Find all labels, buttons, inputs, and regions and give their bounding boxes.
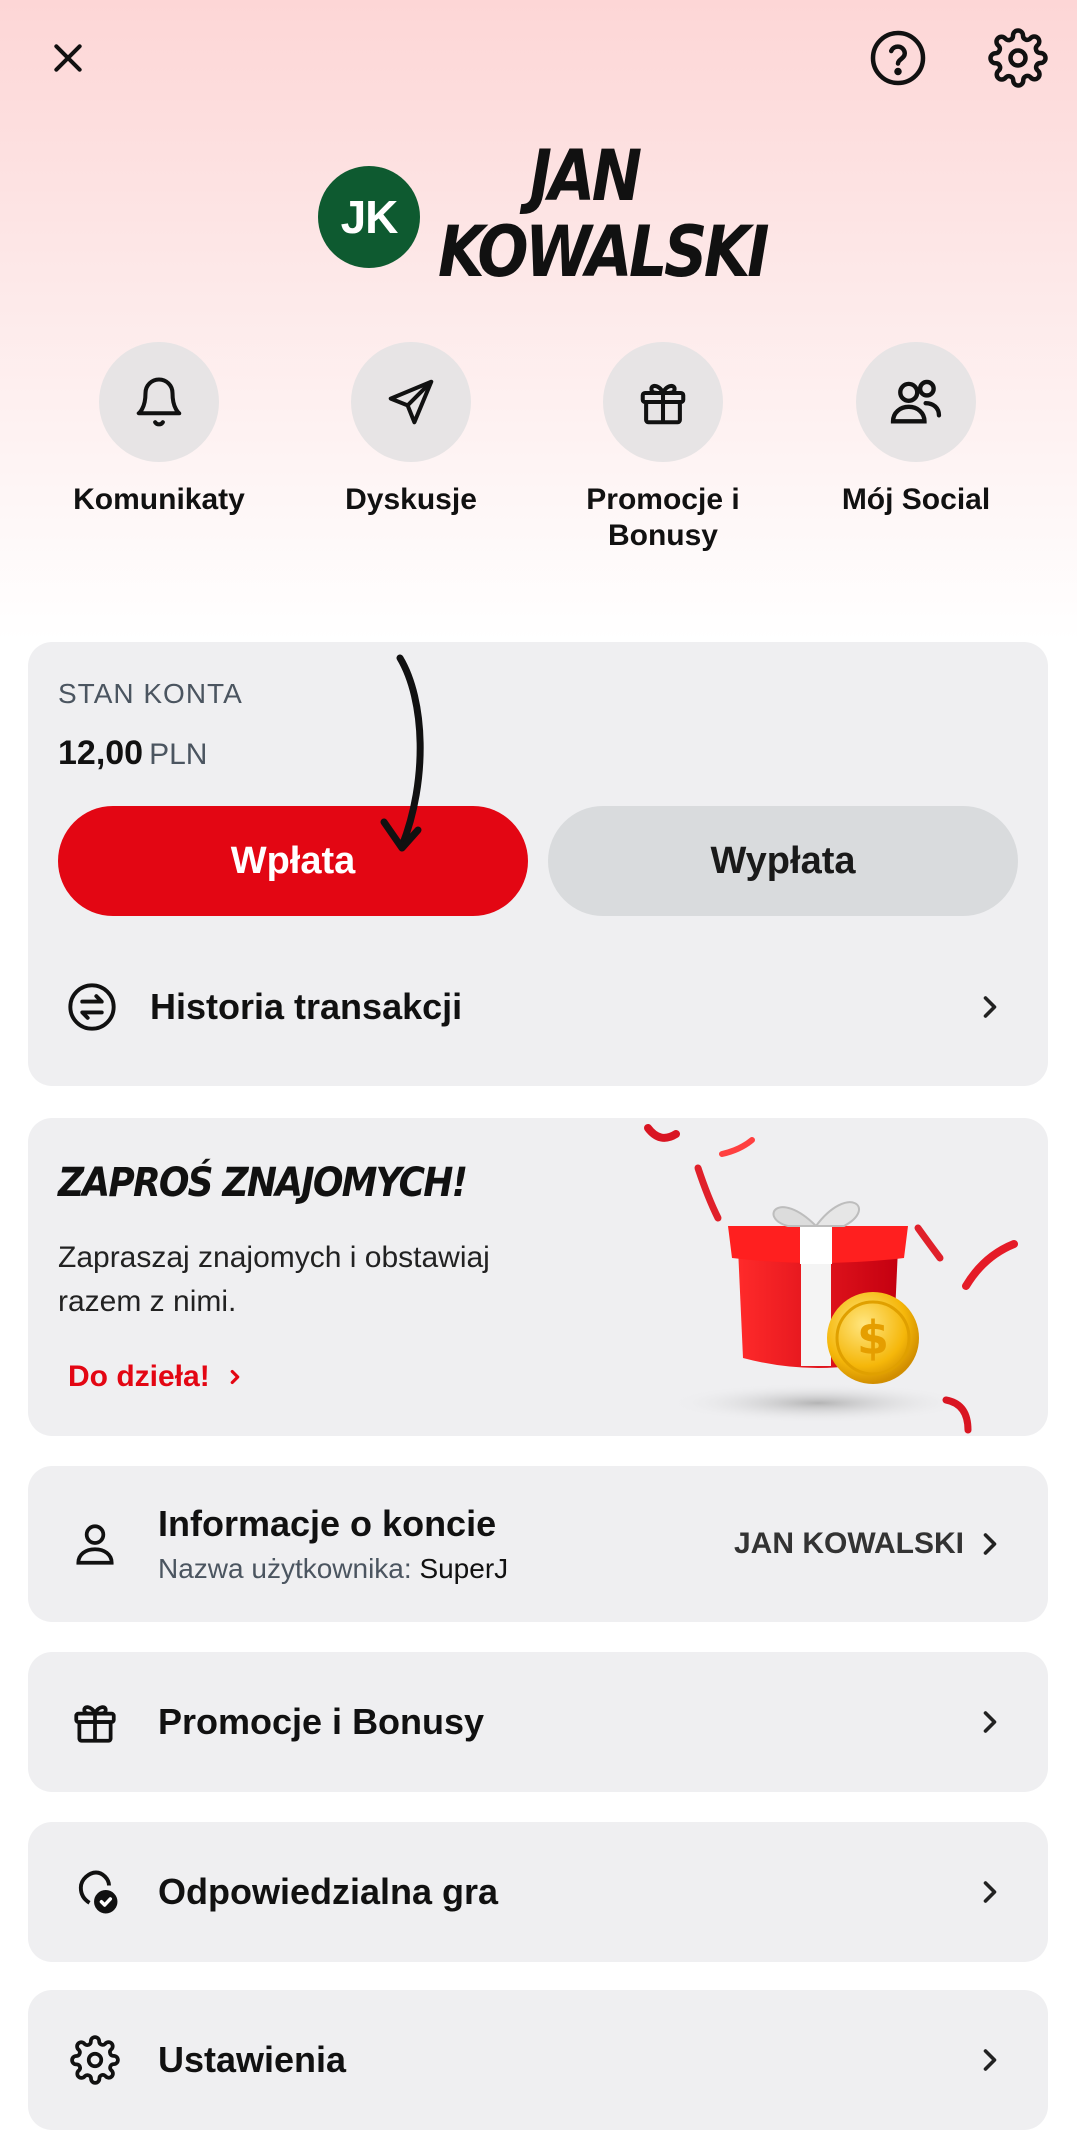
quick-action-label: Komunikaty [73,483,245,516]
menu-item-settings[interactable]: Ustawienia [28,1990,1048,2130]
chevron-right-icon [230,1369,239,1385]
account-info-title: Informacje o koncie [158,1503,497,1544]
profile-header-background [0,0,1077,640]
gift-illustration: $ [644,1124,1018,1434]
gift-icon [640,383,686,425]
user-icon [76,1524,114,1565]
chevron-right-icon [983,1533,997,1555]
invite-title: ZAPROŚ ZNAJOMYCH! [58,1160,468,1206]
svg-text:$: $ [857,1311,889,1365]
close-button[interactable] [40,30,96,86]
invite-cta-label: Do dzieła! [68,1360,210,1393]
invite-cta-link[interactable]: Do dzieła! [68,1360,246,1394]
users-icon [890,379,942,424]
menu-item-label: Odpowiedzialna gra [158,1871,499,1912]
chevron-right-icon [983,1711,997,1733]
help-button[interactable] [866,26,930,90]
help-icon [870,30,926,86]
shield-check-icon [78,1870,118,1914]
quick-action-label: Dyskusje [345,483,477,516]
invite-friends-card[interactable]: ZAPROŚ ZNAJOMYCH! Zapraszaj znajomych i … [28,1118,1048,1436]
hand-drawn-arrow [380,654,424,852]
balance-card: STAN KONTA 12,00 PLN Wpłata Wypłata Histo… [28,642,1048,1086]
gear-icon [70,2035,120,2085]
quick-action-social[interactable]: Mój Social [816,342,1016,518]
close-icon [54,44,82,72]
balance-value: 12,00 PLN [58,734,207,773]
gear-icon [988,28,1048,88]
user-first-name: JAN [529,135,642,217]
quick-action-label: Mój Social [841,483,991,516]
settings-button[interactable] [986,26,1050,90]
chevron-right-icon [983,2049,997,2071]
account-info-row[interactable]: Informacje o koncie Nazwa użytkownika: S… [28,1466,1048,1622]
quick-action-label: Promocje i Bonusy [586,483,740,552]
quick-action-komunikaty[interactable]: Komunikaty [59,342,259,518]
gift-icon [74,1705,116,1743]
menu-item-promotions[interactable]: Promocje i Bonusy [28,1652,1048,1792]
menu-item-label: Promocje i Bonusy [158,1701,485,1742]
withdraw-button[interactable]: Wypłata [548,806,1018,916]
send-icon [388,379,434,425]
user-last-name: KOWALSKI [438,211,770,293]
deposit-button[interactable]: Wpłata [58,806,528,916]
user-full-name: JAN KOWALSKI [438,135,770,293]
username-value: SuperJ [419,1553,509,1584]
avatar: JK [318,166,420,268]
account-name-value: JAN KOWALSKI [733,1527,964,1560]
username-line: Nazwa użytkownika: SuperJ [158,1553,508,1585]
invite-description: Zapraszaj znajomych i obstawiaj razem z … [58,1241,490,1318]
transaction-history-row[interactable]: Historia transakcji [28,942,1048,1072]
quick-action-dyskusje[interactable]: Dyskusje [311,342,511,518]
bell-icon [136,377,182,427]
balance-amount: 12,00 [58,734,144,772]
chevron-right-icon [983,996,997,1018]
menu-item-responsible-gaming[interactable]: Odpowiedzialna gra [28,1822,1048,1962]
menu-item-label: Ustawienia [158,2039,347,2080]
exchange-icon [68,983,116,1031]
transaction-history-label: Historia transakcji [150,986,463,1027]
username-label: Nazwa użytkownika: [158,1553,412,1584]
balance-title: STAN KONTA [58,678,243,709]
balance-currency: PLN [149,738,208,771]
chevron-right-icon [983,1881,997,1903]
quick-action-promocje[interactable]: Promocje i Bonusy [563,342,763,554]
